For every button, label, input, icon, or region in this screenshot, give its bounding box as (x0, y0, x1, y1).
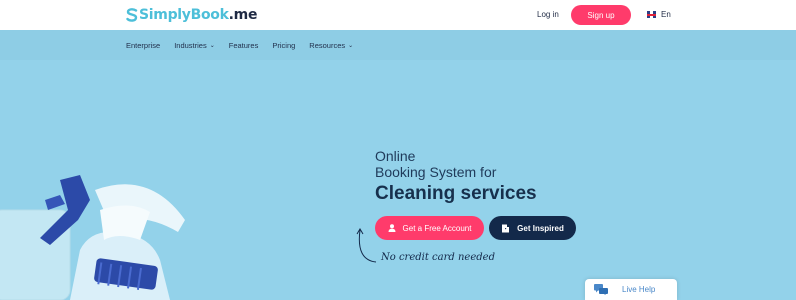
logo-suffix: .me (228, 7, 258, 23)
logo[interactable]: SimplyBook.me (126, 6, 257, 24)
top-bar: SimplyBook.me Log in Sign up En (0, 0, 796, 30)
logo-word: SimplyBook (139, 7, 229, 23)
nav-enterprise[interactable]: Enterprise (126, 41, 160, 50)
logo-icon (126, 8, 138, 22)
nav-resources[interactable]: Resources ⌄ (309, 41, 353, 50)
signup-button[interactable]: Sign up (571, 5, 631, 25)
no-credit-card-note: No credit card needed (381, 252, 495, 263)
spray-bottle-illustration (0, 175, 185, 300)
live-help-widget[interactable]: Live Help (585, 279, 677, 300)
headline-industry: Cleaning services (375, 183, 537, 204)
uk-flag-icon (647, 11, 656, 18)
login-link[interactable]: Log in (537, 10, 559, 19)
headline-line-1: Online (375, 148, 416, 164)
get-free-account-button[interactable]: Get a Free Account (375, 216, 484, 240)
user-icon (388, 224, 396, 232)
language-selector[interactable]: En (647, 10, 671, 19)
nav-pricing[interactable]: Pricing (272, 41, 295, 50)
nav-band (0, 30, 796, 60)
nav-industries[interactable]: Industries ⌄ (174, 41, 215, 50)
curved-arrow-icon (356, 228, 377, 263)
chevron-down-icon: ⌄ (348, 43, 354, 49)
language-label: En (661, 10, 671, 19)
chevron-down-icon: ⌄ (209, 43, 215, 49)
headline-line-2: Booking System for (375, 164, 497, 180)
door-icon (501, 224, 510, 233)
live-help-label: Live Help (622, 285, 656, 294)
chat-bubbles-icon (594, 284, 608, 295)
get-inspired-button[interactable]: Get Inspired (489, 216, 576, 240)
nav-features[interactable]: Features (229, 41, 259, 50)
hero-headline: Online Booking System for Cleaning servi… (375, 148, 537, 206)
main-nav: Enterprise Industries ⌄ Features Pricing… (126, 41, 367, 50)
